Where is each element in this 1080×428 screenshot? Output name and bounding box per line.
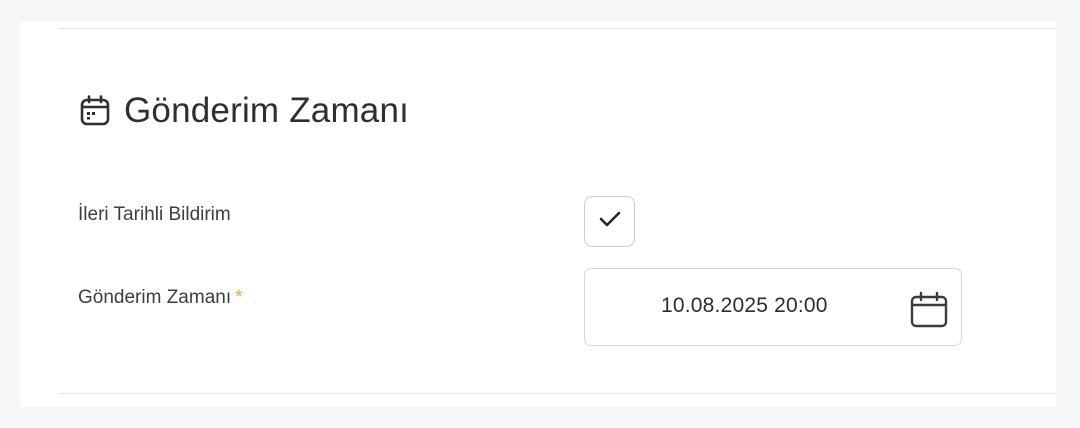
send-time-label-text: Gönderim Zamanı bbox=[78, 287, 232, 308]
send-time-section: Gönderim Zamanı İleri Tarihli Bildirim G… bbox=[20, 22, 1056, 407]
required-marker: * bbox=[235, 287, 243, 308]
send-time-input[interactable] bbox=[661, 294, 881, 318]
checkmark-icon bbox=[598, 209, 622, 234]
section-header: Gönderim Zamanı bbox=[78, 88, 409, 134]
send-time-label: Gönderim Zamanı * bbox=[78, 287, 243, 309]
bottom-divider bbox=[58, 393, 1056, 394]
calendar-icon[interactable] bbox=[909, 291, 949, 329]
scheduled-notification-checkbox[interactable] bbox=[584, 196, 635, 247]
section-title: Gönderim Zamanı bbox=[124, 91, 410, 130]
top-divider bbox=[58, 28, 1056, 29]
scheduled-notification-label-text: İleri Tarihli Bildirim bbox=[78, 204, 231, 225]
send-time-picker[interactable] bbox=[584, 268, 962, 346]
scheduled-notification-label: İleri Tarihli Bildirim bbox=[78, 204, 231, 226]
calendar-icon bbox=[78, 94, 112, 128]
